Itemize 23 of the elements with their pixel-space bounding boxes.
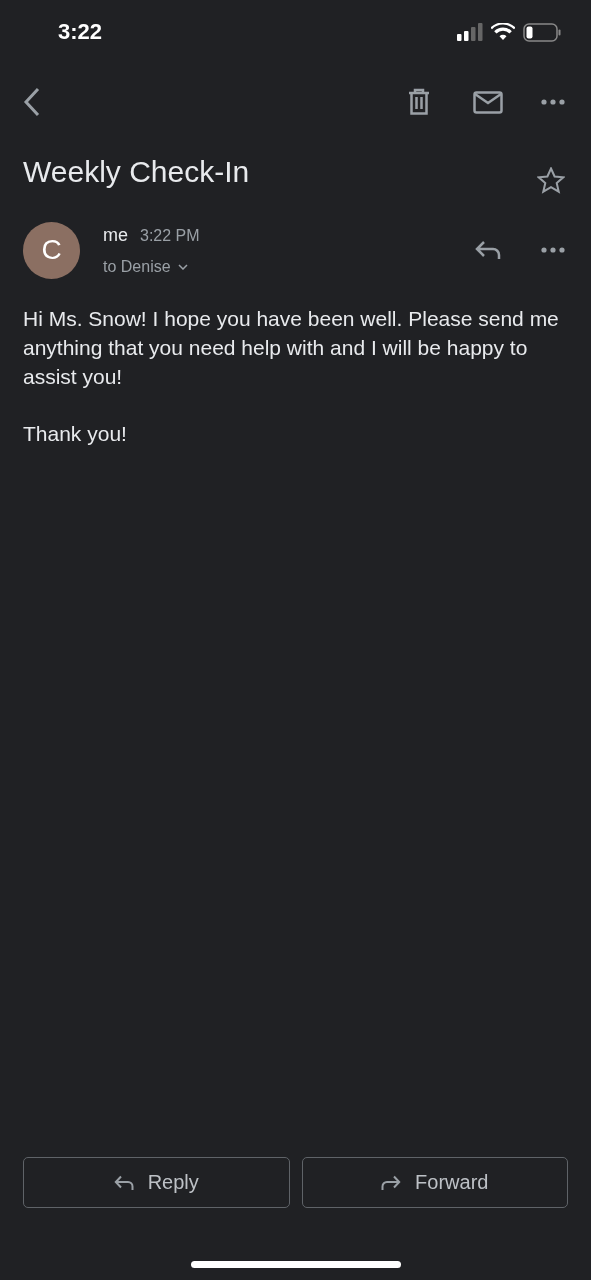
wifi-icon bbox=[491, 23, 515, 41]
forward-icon bbox=[381, 1174, 402, 1191]
more-icon[interactable] bbox=[541, 99, 565, 105]
status-time: 3:22 bbox=[58, 19, 104, 45]
message-paragraph: Hi Ms. Snow! I hope you have been well. Please send me anything that you need help with and I will be happy to assist you! bbox=[23, 306, 560, 390]
message-paragraph: Thank you! bbox=[23, 421, 128, 447]
forward-button[interactable]: Forward bbox=[301, 1157, 568, 1208]
battery-icon bbox=[523, 22, 561, 42]
sender-name: me bbox=[103, 224, 128, 246]
sent-time: 3:22 PM bbox=[140, 226, 200, 245]
reply-icon bbox=[113, 1174, 134, 1191]
chevron-down-icon[interactable] bbox=[177, 263, 188, 270]
more-icon[interactable] bbox=[541, 247, 565, 253]
reply-icon[interactable] bbox=[475, 240, 501, 260]
email-subject: Weekly Check-In bbox=[23, 155, 251, 189]
back-icon[interactable] bbox=[22, 87, 42, 117]
trash-icon[interactable] bbox=[407, 88, 431, 116]
star-icon[interactable] bbox=[537, 166, 565, 194]
recipient-label[interactable]: to Denise bbox=[103, 257, 171, 276]
signal-icon bbox=[457, 23, 483, 41]
reply-button[interactable]: Reply bbox=[23, 1157, 290, 1208]
mail-icon[interactable] bbox=[473, 90, 503, 114]
avatar: C bbox=[23, 221, 80, 279]
